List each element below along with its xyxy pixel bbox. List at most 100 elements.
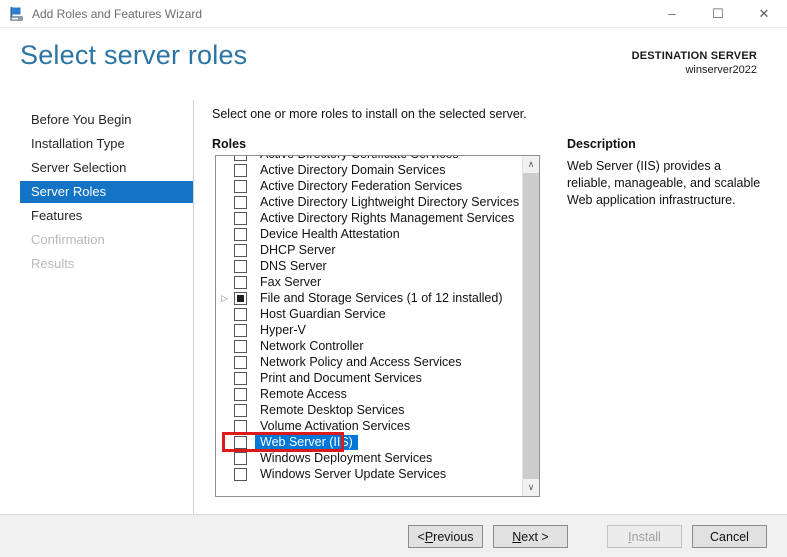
role-row-active-directory-domain-services[interactable]: Active Directory Domain Services (216, 162, 522, 178)
role-label[interactable]: Windows Server Update Services (255, 467, 451, 482)
role-row-active-directory-lightweight-directory-services[interactable]: Active Directory Lightweight Directory S… (216, 194, 522, 210)
role-row-active-directory-federation-services[interactable]: Active Directory Federation Services (216, 178, 522, 194)
role-checkbox[interactable] (234, 276, 247, 289)
role-label[interactable]: Active Directory Rights Management Servi… (255, 211, 519, 226)
destination-server-name: winserver2022 (632, 64, 757, 76)
role-label[interactable]: Windows Deployment Services (255, 451, 437, 466)
footer-buttons: < PreviousNext >InstallCancel (408, 525, 767, 548)
scroll-up-icon[interactable]: ∧ (523, 156, 539, 173)
page-title: Select server roles (20, 40, 247, 71)
role-row-hyper-v[interactable]: Hyper-V (216, 322, 522, 338)
title-bar: Add Roles and Features Wizard – ☐ ✕ (0, 0, 787, 28)
roles-scrollbar[interactable]: ∧ ∨ (522, 156, 539, 496)
window-title: Add Roles and Features Wizard (32, 7, 202, 21)
role-checkbox[interactable] (234, 436, 247, 449)
sidebar-item-server-selection[interactable]: Server Selection (0, 157, 193, 179)
role-checkbox[interactable] (234, 260, 247, 273)
role-label[interactable]: Web Server (IIS) (255, 435, 358, 450)
role-checkbox[interactable] (234, 468, 247, 481)
role-checkbox[interactable] (234, 228, 247, 241)
role-row-network-policy-and-access-services[interactable]: Network Policy and Access Services (216, 354, 522, 370)
previous-button[interactable]: < Previous (408, 525, 483, 548)
sidebar-item-confirmation: Confirmation (0, 229, 193, 251)
intro-text: Select one or more roles to install on t… (212, 107, 527, 121)
role-checkbox[interactable] (234, 244, 247, 257)
role-checkbox[interactable] (234, 372, 247, 385)
role-row-dhcp-server[interactable]: DHCP Server (216, 242, 522, 258)
role-row-network-controller[interactable]: Network Controller (216, 338, 522, 354)
wizard-nav: Before You BeginInstallation TypeServer … (0, 100, 194, 514)
role-label[interactable]: Remote Desktop Services (255, 403, 410, 418)
role-row-fax-server[interactable]: Fax Server (216, 274, 522, 290)
role-checkbox[interactable] (234, 292, 247, 305)
role-label[interactable]: Volume Activation Services (255, 419, 415, 434)
role-label[interactable]: Active Directory Lightweight Directory S… (255, 195, 522, 210)
description-text: Web Server (IIS) provides a reliable, ma… (567, 158, 767, 209)
minimize-icon[interactable]: – (649, 0, 695, 27)
role-label[interactable]: Remote Access (255, 387, 352, 402)
role-label[interactable]: Host Guardian Service (255, 307, 391, 322)
role-checkbox[interactable] (234, 388, 247, 401)
destination-server-label: DESTINATION SERVER (632, 50, 757, 62)
sidebar-item-results: Results (0, 253, 193, 275)
add-roles-wizard-window: Add Roles and Features Wizard – ☐ ✕ Sele… (0, 0, 787, 557)
role-row-remote-desktop-services[interactable]: Remote Desktop Services (216, 402, 522, 418)
role-label[interactable]: Hyper-V (255, 323, 311, 338)
role-label[interactable]: Active Directory Certificate Services (255, 156, 464, 162)
next-button[interactable]: Next > (493, 525, 568, 548)
maximize-icon[interactable]: ☐ (695, 0, 741, 27)
role-row-windows-deployment-services[interactable]: Windows Deployment Services (216, 450, 522, 466)
role-checkbox[interactable] (234, 180, 247, 193)
cancel-button[interactable]: Cancel (692, 525, 767, 548)
sidebar-item-server-roles[interactable]: Server Roles (20, 181, 193, 203)
destination-server-block: DESTINATION SERVER winserver2022 (632, 50, 757, 76)
scrollbar-thumb[interactable] (523, 173, 539, 479)
role-row-windows-server-update-services[interactable]: Windows Server Update Services (216, 466, 522, 482)
content-pane: Select one or more roles to install on t… (194, 100, 787, 514)
close-icon[interactable]: ✕ (741, 0, 787, 27)
role-label[interactable]: Print and Document Services (255, 371, 427, 386)
role-checkbox[interactable] (234, 420, 247, 433)
role-label[interactable]: Active Directory Federation Services (255, 179, 467, 194)
expander-icon[interactable]: ▷ (221, 290, 234, 306)
footer-bar: < PreviousNext >InstallCancel (0, 514, 787, 557)
role-checkbox[interactable] (234, 196, 247, 209)
role-label[interactable]: Network Controller (255, 339, 369, 354)
role-label[interactable]: DNS Server (255, 259, 332, 274)
role-row-device-health-attestation[interactable]: Device Health Attestation (216, 226, 522, 242)
role-label[interactable]: Network Policy and Access Services (255, 355, 466, 370)
scroll-down-icon[interactable]: ∨ (523, 479, 539, 496)
role-checkbox[interactable] (234, 164, 247, 177)
role-label[interactable]: Fax Server (255, 275, 326, 290)
description-heading: Description (567, 137, 636, 151)
role-label[interactable]: File and Storage Services (1 of 12 insta… (255, 291, 508, 306)
role-checkbox[interactable] (234, 324, 247, 337)
role-checkbox[interactable] (234, 340, 247, 353)
role-row-remote-access[interactable]: Remote Access (216, 386, 522, 402)
role-checkbox[interactable] (234, 156, 247, 161)
roles-listbox: Active Directory Certificate ServicesAct… (215, 155, 540, 497)
role-checkbox[interactable] (234, 404, 247, 417)
sidebar-item-features[interactable]: Features (0, 205, 193, 227)
role-row-web-server-iis[interactable]: Web Server (IIS) (216, 434, 522, 450)
role-row-file-and-storage-services-1-of-12-installed[interactable]: ▷ File and Storage Services (1 of 12 inst… (216, 290, 522, 306)
server-manager-icon (9, 6, 25, 22)
role-label[interactable]: DHCP Server (255, 243, 340, 258)
role-label[interactable]: Device Health Attestation (255, 227, 405, 242)
sidebar-item-installation-type[interactable]: Installation Type (0, 133, 193, 155)
role-label[interactable]: Active Directory Domain Services (255, 163, 450, 178)
role-row-print-and-document-services[interactable]: Print and Document Services (216, 370, 522, 386)
window-controls: – ☐ ✕ (649, 0, 787, 27)
sidebar-item-before-you-begin[interactable]: Before You Begin (0, 109, 193, 131)
role-row-host-guardian-service[interactable]: Host Guardian Service (216, 306, 522, 322)
role-row-dns-server[interactable]: DNS Server (216, 258, 522, 274)
role-checkbox[interactable] (234, 356, 247, 369)
role-row-active-directory-rights-management-services[interactable]: Active Directory Rights Management Servi… (216, 210, 522, 226)
role-row-volume-activation-services[interactable]: Volume Activation Services (216, 418, 522, 434)
role-checkbox[interactable] (234, 452, 247, 465)
roles-list: Active Directory Certificate ServicesAct… (216, 156, 522, 496)
roles-label: Roles (212, 137, 246, 151)
role-checkbox[interactable] (234, 308, 247, 321)
role-checkbox[interactable] (234, 212, 247, 225)
wizard-header: Select server roles DESTINATION SERVER w… (0, 28, 787, 100)
